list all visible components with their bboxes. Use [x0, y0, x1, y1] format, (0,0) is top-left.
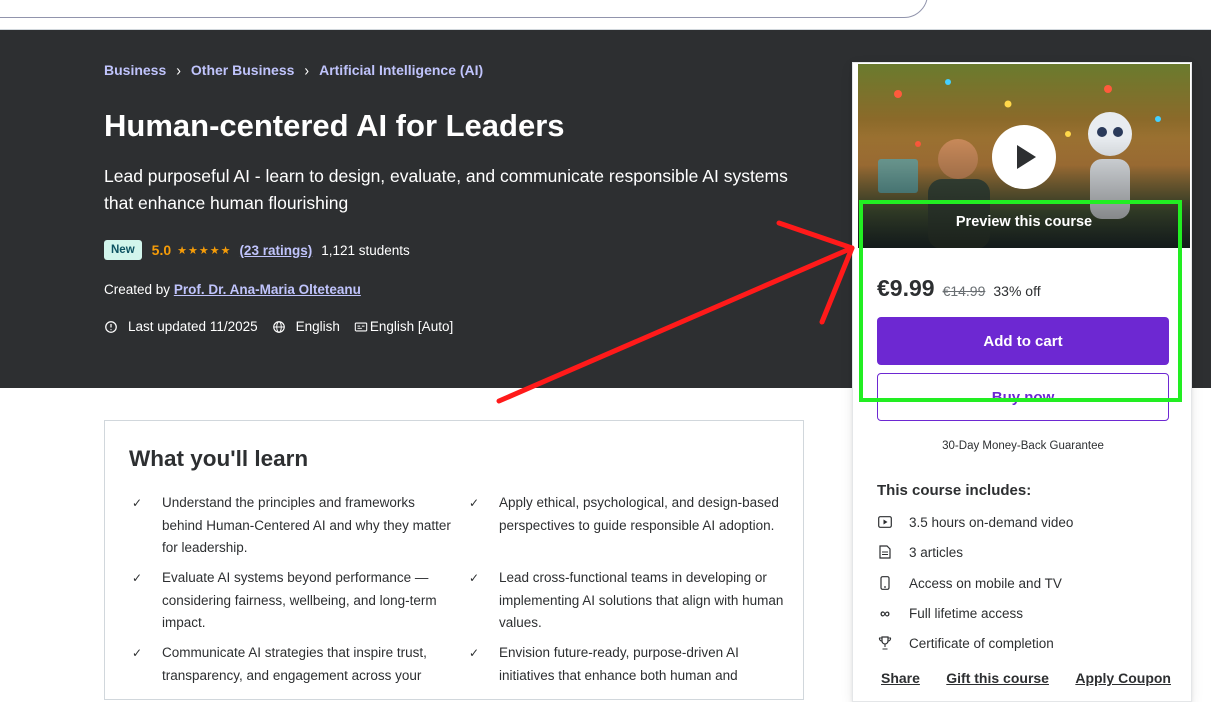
include-item: ∞ Full lifetime access	[877, 605, 1023, 621]
sidebar-links: Share Gift this course Apply Coupon	[881, 670, 1171, 686]
check-icon: ✓	[469, 571, 480, 585]
breadcrumb-item-business[interactable]: Business	[104, 62, 166, 78]
include-item: Certificate of completion	[877, 635, 1054, 651]
infinity-icon: ∞	[880, 605, 890, 621]
includes-title: This course includes:	[877, 482, 1032, 499]
new-badge: New	[104, 240, 142, 260]
learn-item: ✓ Envision future-ready, purpose-driven …	[469, 642, 789, 687]
learn-item: ✓ Evaluate AI systems beyond performance…	[132, 567, 452, 635]
trophy-icon	[877, 635, 893, 651]
article-icon	[877, 544, 893, 560]
last-updated: Last updated 11/2025	[128, 319, 258, 334]
mobile-icon	[877, 575, 893, 591]
apply-coupon-link[interactable]: Apply Coupon	[1075, 670, 1171, 686]
instructor-link[interactable]: Prof. Dr. Ana-Maria Olteteanu	[174, 282, 361, 297]
created-by-label: Created by	[104, 282, 171, 297]
play-icon[interactable]	[992, 125, 1056, 189]
breadcrumb: Business › Other Business › Artificial I…	[104, 61, 483, 79]
course-subtitle: Lead purposeful AI - learn to design, ev…	[104, 166, 788, 213]
learn-item: ✓ Apply ethical, psychological, and desi…	[469, 492, 789, 537]
rating-score: 5.0	[151, 242, 172, 258]
section-title: What you'll learn	[129, 446, 309, 471]
include-item: 3 articles	[877, 544, 963, 560]
created-by: Created by Prof. Dr. Ana-Maria Olteteanu	[104, 282, 361, 297]
highlight-box	[859, 200, 1182, 402]
gift-course-link[interactable]: Gift this course	[946, 670, 1049, 686]
check-icon: ✓	[132, 646, 143, 660]
what-you-learn-section: What you'll learn ✓ Understand the princ…	[104, 420, 804, 700]
chevron-right-icon: ›	[304, 61, 310, 79]
check-icon: ✓	[469, 646, 480, 660]
course-language: English	[295, 319, 340, 334]
learn-item: ✓ Lead cross-functional teams in develop…	[469, 567, 789, 635]
learn-item: ✓ Understand the principles and framewor…	[132, 492, 452, 560]
star-rating-icon: ★★★★★	[177, 244, 232, 257]
chevron-right-icon: ›	[176, 61, 181, 79]
learn-item: ✓ Communicate AI strategies that inspire…	[132, 642, 452, 687]
ratings-link[interactable]: (23 ratings)	[239, 243, 312, 258]
share-link[interactable]: Share	[881, 670, 920, 686]
course-title: Human-centered AI for Leaders	[104, 108, 565, 143]
top-nav-bar	[0, 0, 1211, 30]
students-count: 1,121 students	[321, 242, 410, 258]
include-item: Access on mobile and TV	[877, 575, 1062, 591]
breadcrumb-item-ai[interactable]: Artificial Intelligence (AI)	[319, 62, 483, 78]
include-item: 3.5 hours on-demand video	[877, 514, 1073, 530]
check-icon: ✓	[132, 496, 143, 510]
check-icon: ✓	[132, 571, 143, 585]
check-icon: ✓	[469, 496, 480, 510]
course-captions: English [Auto]	[369, 319, 454, 334]
course-meta: Last updated 11/2025 English English [Au…	[104, 319, 467, 334]
video-icon	[877, 514, 893, 530]
money-back-guarantee: 30-Day Money-Back Guarantee	[942, 440, 1104, 452]
alert-badge-icon	[105, 320, 117, 333]
globe-icon	[272, 320, 285, 333]
search-input[interactable]	[0, 0, 928, 18]
rating-row: New 5.0 ★★★★★ (23 ratings) 1,121 student…	[104, 240, 410, 260]
breadcrumb-item-other-business[interactable]: Other Business	[191, 62, 294, 78]
closed-captions-icon	[354, 322, 368, 331]
